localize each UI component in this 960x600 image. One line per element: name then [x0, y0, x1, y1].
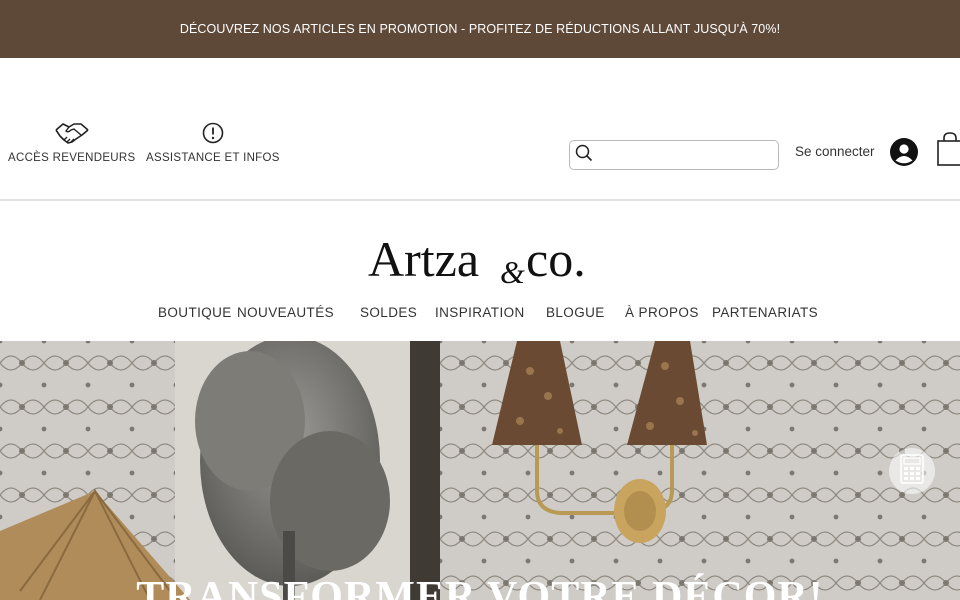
svg-text:Artza: Artza [368, 231, 479, 287]
hero-banner: TRANSFORMER VOTRE DÉCOR! [0, 341, 960, 600]
nav-item-soldes[interactable]: SOLDES [360, 305, 417, 320]
handshake-icon [54, 120, 90, 146]
svg-text:co.: co. [526, 231, 586, 287]
info-circle-icon [201, 120, 225, 146]
utility-header: ACCÈS REVENDEURS ASSISTANCE ET INFOS Se … [0, 58, 960, 200]
hero-image [0, 341, 960, 600]
nav-item-a-propos[interactable]: À PROPOS [625, 305, 699, 320]
calculator-icon [900, 453, 924, 489]
search-bar[interactable] [569, 140, 779, 170]
nav-item-partenariats[interactable]: PARTENARIATS [712, 305, 818, 320]
calculator-button[interactable] [889, 448, 935, 494]
shopping-bag-icon[interactable] [935, 131, 960, 167]
reseller-access-link[interactable]: ACCÈS REVENDEURS [8, 120, 136, 164]
promo-banner[interactable]: DÉCOUVREZ NOS ARTICLES EN PROMOTION - PR… [0, 0, 960, 58]
hero-title: TRANSFORMER VOTRE DÉCOR! [136, 574, 824, 600]
nav-item-nouveautes[interactable]: NOUVEAUTÉS [237, 305, 334, 320]
nav-item-inspiration[interactable]: INSPIRATION [435, 305, 525, 320]
login-link[interactable]: Se connecter [795, 144, 875, 159]
promo-text: DÉCOUVREZ NOS ARTICLES EN PROMOTION - PR… [179, 22, 781, 36]
avatar-icon[interactable] [890, 138, 918, 166]
brand-header: Artza & co. BOUTIQUE NOUVEAUTÉS SOLDES I… [0, 201, 960, 341]
main-navigation: BOUTIQUE NOUVEAUTÉS SOLDES INSPIRATION B… [0, 305, 960, 325]
search-input[interactable] [598, 143, 768, 167]
assistance-info-link[interactable]: ASSISTANCE ET INFOS [146, 120, 280, 164]
reseller-access-label: ACCÈS REVENDEURS [8, 152, 136, 164]
brand-logo[interactable]: Artza & co. [366, 229, 612, 290]
search-icon [574, 143, 594, 168]
assistance-info-label: ASSISTANCE ET INFOS [146, 152, 280, 164]
svg-text:&: & [500, 254, 525, 289]
nav-item-boutique[interactable]: BOUTIQUE [158, 305, 232, 320]
nav-item-blogue[interactable]: BLOGUE [546, 305, 605, 320]
